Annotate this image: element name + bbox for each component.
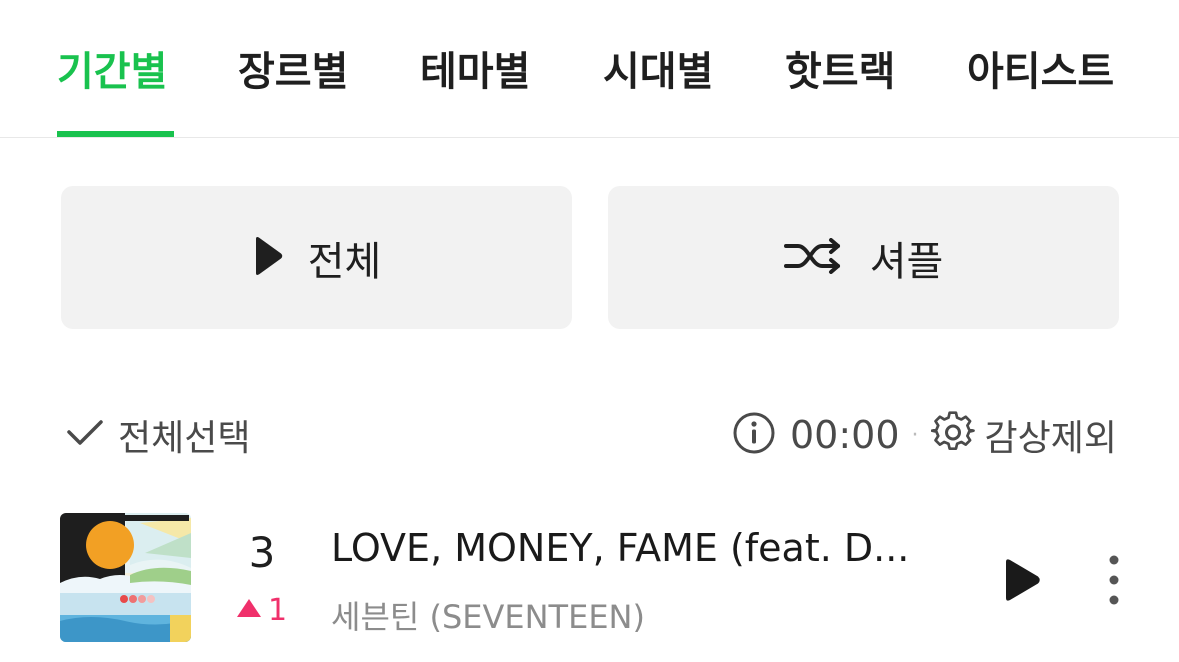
check-icon [66,418,104,452]
tab-artist[interactable]: 아티스트 [967,44,1114,100]
info-icon[interactable] [732,411,776,459]
right-tools: 00:00 · 감상제외 [732,410,1117,460]
track-row[interactable]: 3 1 LOVE, MONEY, FAME (feat. D... 세븐틴 (S… [0,500,1179,650]
list-toolbar: 전체선택 00:00 · 감상제외 [0,400,1179,470]
tab-theme[interactable]: 테마별 [420,44,530,100]
select-all-label: 전체선택 [118,418,251,459]
exclude-listening-button[interactable]: 감상제외 [985,409,1117,461]
song-title[interactable]: LOVE, MONEY, FAME (feat. D... [331,526,971,570]
category-tabs: 기간별 장르별 테마별 시대별 핫트랙 아티스트 [0,0,1179,138]
album-cover[interactable] [60,513,191,642]
play-icon[interactable] [1002,558,1042,602]
tab-era[interactable]: 시대별 [603,44,713,100]
more-vertical-icon[interactable] [1100,554,1128,606]
listen-time: 00:00 [790,413,900,457]
play-all-label: 전체 [307,238,382,285]
shuffle-button[interactable]: 셔플 [608,186,1119,329]
gear-icon[interactable] [930,411,975,459]
tab-hottrack[interactable]: 핫트랙 [785,44,895,100]
rank-change-value: 1 [268,592,288,628]
track-rank: 3 [248,528,276,577]
play-all-button[interactable]: 전체 [61,186,572,329]
rank-up-icon [236,598,262,622]
artist-name[interactable]: 세븐틴 (SEVENTEEN) [331,592,645,638]
shuffle-icon [783,237,842,278]
separator-dot: · [911,422,919,448]
tab-genre[interactable]: 장르별 [238,44,348,100]
play-icon [252,236,284,280]
tab-period[interactable]: 기간별 [57,44,167,100]
active-tab-indicator [57,131,174,137]
rank-change: 1 [236,592,287,628]
shuffle-label: 셔플 [869,238,944,285]
select-all-button[interactable]: 전체선택 [66,410,250,460]
